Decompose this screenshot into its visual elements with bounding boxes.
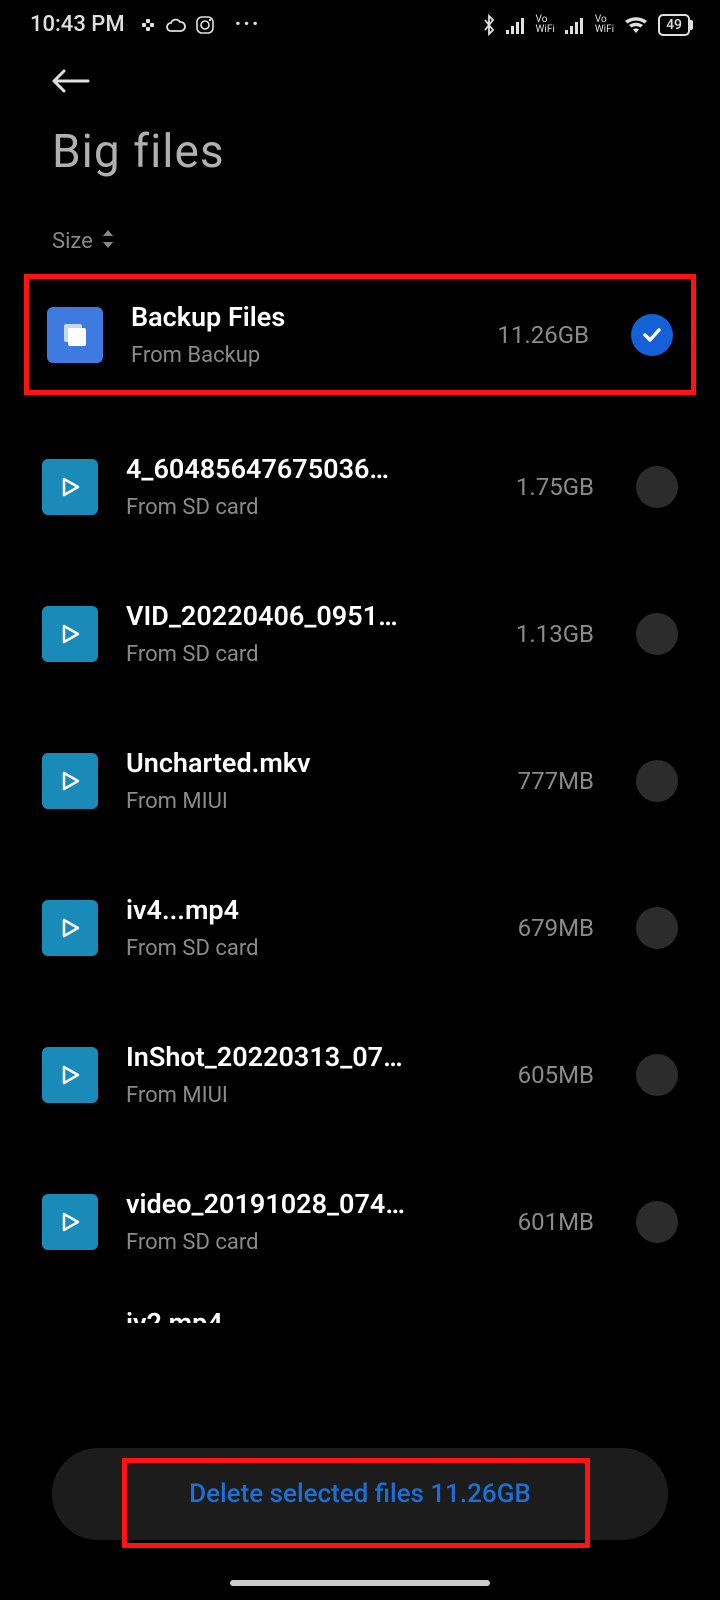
file-info: 4_60485647675036… From SD card <box>126 453 488 520</box>
signal-1-icon <box>506 16 526 34</box>
file-name: Backup Files <box>131 301 469 333</box>
home-indicator[interactable] <box>230 1580 490 1586</box>
checkbox-checked[interactable] <box>631 314 673 356</box>
signal-2-icon <box>565 16 585 34</box>
video-file-icon <box>42 900 98 956</box>
sort-dropdown[interactable]: Size <box>0 229 720 274</box>
file-row-partial[interactable]: iv2 mp4 <box>30 1273 690 1323</box>
checkbox-unchecked[interactable] <box>636 466 678 508</box>
file-name: iv2 mp4 <box>126 1307 678 1323</box>
file-size: 777MB <box>518 767 594 795</box>
more-icon: ··· <box>235 12 261 37</box>
video-file-icon <box>42 1194 98 1250</box>
file-size: 1.13GB <box>516 620 594 648</box>
status-left: 10:43 PM ··· <box>30 12 261 37</box>
file-size: 679MB <box>518 914 594 942</box>
file-info: video_20191028_074… From SD card <box>126 1188 490 1255</box>
video-file-icon <box>42 459 98 515</box>
file-info: iv2 mp4 <box>126 1307 678 1323</box>
file-size: 601MB <box>518 1208 594 1236</box>
back-button[interactable] <box>50 67 670 95</box>
checkbox-unchecked[interactable] <box>636 1201 678 1243</box>
file-row[interactable]: InShot_20220313_07… From MIUI 605MB <box>30 1023 690 1126</box>
file-list: Backup Files From Backup 11.26GB 4_60485… <box>0 274 720 1323</box>
delete-selected-button[interactable]: Delete selected files 11.26GB <box>52 1448 668 1540</box>
wifi-icon <box>624 16 648 34</box>
file-source: From Backup <box>131 343 469 368</box>
file-name: iv4...mp4 <box>126 894 490 926</box>
file-name: InShot_20220313_07… <box>126 1041 490 1073</box>
file-info: Uncharted.mkv From MIUI <box>126 747 490 814</box>
sort-icon <box>101 229 115 254</box>
file-source: From SD card <box>126 495 488 520</box>
sort-label: Size <box>52 229 93 254</box>
checkbox-unchecked[interactable] <box>636 907 678 949</box>
file-row[interactable]: Uncharted.mkv From MIUI 777MB <box>30 729 690 832</box>
file-row[interactable]: VID_20220406_0951… From SD card 1.13GB <box>30 582 690 685</box>
file-info: iv4...mp4 From SD card <box>126 894 490 961</box>
back-row <box>0 47 720 125</box>
page-title: Big files <box>0 125 720 229</box>
battery-indicator: 49 <box>658 14 690 36</box>
status-right: VoWiFi VoWiFi 49 <box>482 14 690 36</box>
file-source: From SD card <box>126 642 488 667</box>
vowifi-2-label: VoWiFi <box>595 15 614 35</box>
instagram-icon <box>195 15 215 35</box>
video-file-icon <box>42 606 98 662</box>
status-time: 10:43 PM <box>30 12 125 37</box>
file-row[interactable]: Backup Files From Backup 11.26GB <box>35 283 685 386</box>
status-bar: 10:43 PM ··· VoWiFi VoWiFi 49 <box>0 0 720 47</box>
file-source: From MIUI <box>126 1083 490 1108</box>
checkbox-unchecked[interactable] <box>636 1054 678 1096</box>
bluetooth-icon <box>482 14 496 36</box>
file-size: 1.75GB <box>516 473 594 501</box>
vowifi-1-label: VoWiFi <box>536 15 555 35</box>
file-name: Uncharted.mkv <box>126 747 490 779</box>
highlight-annotation: Backup Files From Backup 11.26GB <box>24 274 696 395</box>
delete-label: Delete selected files 11.26GB <box>189 1479 531 1509</box>
file-size: 11.26GB <box>497 321 589 349</box>
checkbox-unchecked[interactable] <box>636 760 678 802</box>
file-row[interactable]: 4_60485647675036… From SD card 1.75GB <box>30 435 690 538</box>
file-info: InShot_20220313_07… From MIUI <box>126 1041 490 1108</box>
cloud-icon <box>165 17 187 33</box>
video-file-icon <box>42 1047 98 1103</box>
checkbox-unchecked[interactable] <box>636 613 678 655</box>
file-name: video_20191028_074… <box>126 1188 490 1220</box>
backup-file-icon <box>47 307 103 363</box>
slack-icon <box>139 16 157 34</box>
file-info: VID_20220406_0951… From SD card <box>126 600 488 667</box>
file-row[interactable]: iv4...mp4 From SD card 679MB <box>30 876 690 979</box>
file-name: VID_20220406_0951… <box>126 600 488 632</box>
file-info: Backup Files From Backup <box>131 301 469 368</box>
file-name: 4_60485647675036… <box>126 453 488 485</box>
file-source: From SD card <box>126 936 490 961</box>
file-source: From MIUI <box>126 789 490 814</box>
file-row[interactable]: video_20191028_074… From SD card 601MB <box>30 1170 690 1273</box>
video-file-icon <box>42 753 98 809</box>
file-size: 605MB <box>518 1061 594 1089</box>
file-source: From SD card <box>126 1230 490 1255</box>
